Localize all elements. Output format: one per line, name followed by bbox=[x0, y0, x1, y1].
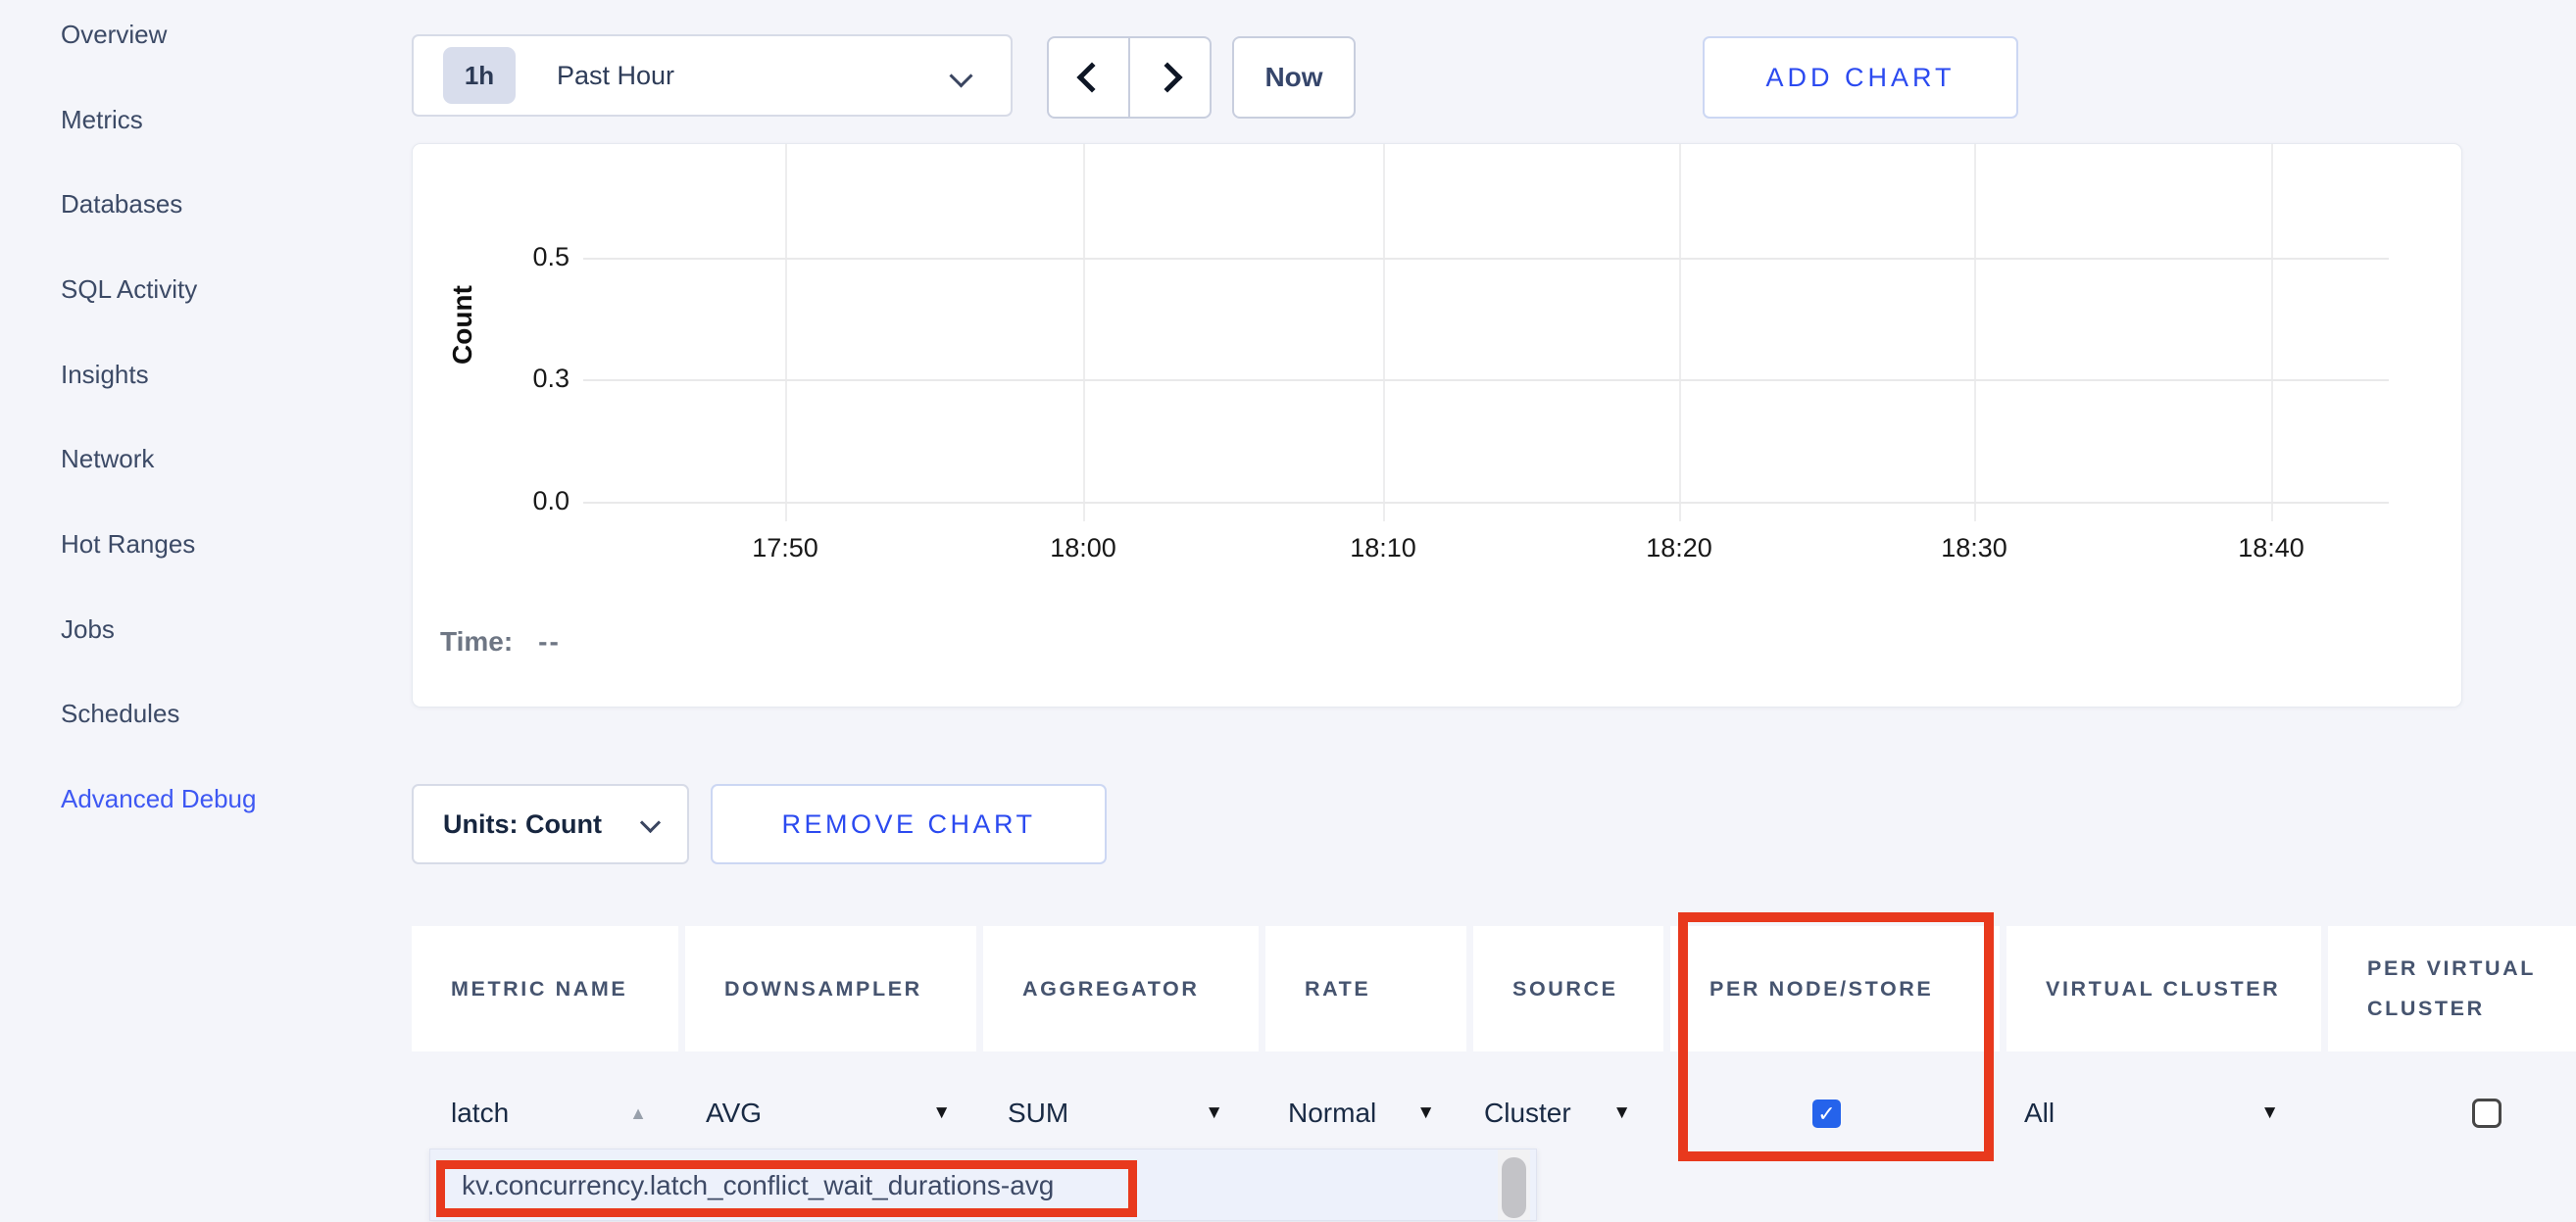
scrollbar-thumb[interactable] bbox=[1502, 1157, 1526, 1218]
next-interval-button[interactable] bbox=[1128, 36, 1212, 119]
sidebar-item-hot-ranges[interactable]: Hot Ranges bbox=[61, 502, 316, 587]
sidebar-nav: Overview Metrics Databases SQL Activity … bbox=[61, 0, 316, 842]
x-axis-tick: 18:20 bbox=[1610, 533, 1748, 563]
per-virtual-cluster-checkbox[interactable] bbox=[2472, 1099, 2502, 1128]
sidebar-item-sql-activity[interactable]: SQL Activity bbox=[61, 247, 316, 332]
chevron-left-icon bbox=[1076, 62, 1107, 92]
source-value: Cluster bbox=[1484, 1098, 1571, 1129]
caret-up-icon: ▲ bbox=[629, 1103, 647, 1124]
caret-down-icon: ▼ bbox=[2260, 1102, 2279, 1124]
add-chart-button[interactable]: ADD CHART bbox=[1703, 36, 2018, 119]
chart-plot-area[interactable] bbox=[583, 144, 2389, 502]
downsampler-value: AVG bbox=[706, 1098, 762, 1129]
hover-time-readout: Time: -- bbox=[440, 626, 561, 658]
col-header-source: SOURCE bbox=[1473, 926, 1663, 1051]
metric-autocomplete-dropdown: kv.concurrency.latch_conflict_wait_durat… bbox=[429, 1149, 1537, 1221]
units-select[interactable]: Units: Count bbox=[412, 784, 689, 864]
sidebar-item-advanced-debug[interactable]: Advanced Debug bbox=[61, 757, 316, 842]
x-axis-tick: 17:50 bbox=[717, 533, 854, 563]
hover-time-value: -- bbox=[538, 626, 561, 657]
rate-select[interactable]: Normal ▼ bbox=[1288, 1086, 1435, 1141]
previous-interval-button[interactable] bbox=[1047, 36, 1130, 119]
time-range-selector[interactable]: 1h Past Hour bbox=[412, 34, 1013, 117]
sidebar-item-schedules[interactable]: Schedules bbox=[61, 672, 316, 758]
chevron-down-icon bbox=[640, 812, 661, 833]
col-header-virtual-cluster: VIRTUAL CLUSTER bbox=[2006, 926, 2321, 1051]
y-axis-tick: 0.5 bbox=[501, 242, 570, 272]
y-axis-tick: 0.3 bbox=[501, 364, 570, 394]
units-select-value: Units: Count bbox=[443, 809, 602, 840]
remove-chart-button[interactable]: REMOVE CHART bbox=[711, 784, 1107, 864]
rate-value: Normal bbox=[1288, 1098, 1376, 1129]
col-header-downsampler: DOWNSAMPLER bbox=[685, 926, 976, 1051]
time-step-buttons bbox=[1047, 36, 1212, 119]
time-range-label: Past Hour bbox=[557, 61, 674, 91]
caret-down-icon: ▼ bbox=[1205, 1102, 1223, 1124]
caret-down-icon: ▼ bbox=[1416, 1102, 1435, 1124]
source-select[interactable]: Cluster ▼ bbox=[1484, 1086, 1631, 1141]
chart-card: Count 0.5 0.3 0.0 17:50 18:00 18:10 18:2… bbox=[412, 143, 2462, 708]
per-node-store-checkbox[interactable] bbox=[1812, 1100, 1841, 1128]
y-axis-tick: 0.0 bbox=[501, 486, 570, 516]
downsampler-select[interactable]: AVG ▼ bbox=[706, 1086, 951, 1141]
scrollbar-track[interactable] bbox=[1498, 1149, 1530, 1220]
x-axis-tick: 18:40 bbox=[2203, 533, 2340, 563]
chevron-down-icon bbox=[949, 64, 972, 87]
gridline bbox=[583, 502, 2389, 504]
hover-time-label: Time: bbox=[440, 626, 513, 657]
sidebar-item-overview[interactable]: Overview bbox=[61, 0, 316, 77]
x-axis-tick: 18:00 bbox=[1015, 533, 1152, 563]
y-axis-label: Count bbox=[446, 252, 479, 399]
col-header-per-virtual-cluster: PER VIRTUAL CLUSTER bbox=[2328, 926, 2576, 1051]
virtual-cluster-select[interactable]: All ▼ bbox=[2024, 1086, 2279, 1141]
sidebar-item-insights[interactable]: Insights bbox=[61, 332, 316, 417]
sidebar-item-metrics[interactable]: Metrics bbox=[61, 77, 316, 163]
caret-down-icon: ▼ bbox=[1612, 1102, 1631, 1124]
aggregator-value: SUM bbox=[1008, 1098, 1068, 1129]
aggregator-select[interactable]: SUM ▼ bbox=[1008, 1086, 1223, 1141]
x-axis-tick: 18:10 bbox=[1314, 533, 1452, 563]
virtual-cluster-value: All bbox=[2024, 1098, 2055, 1129]
autocomplete-item[interactable]: kv.concurrency.latch_conflict_wait_durat… bbox=[462, 1149, 1054, 1222]
x-axis-tick: 18:30 bbox=[1906, 533, 2043, 563]
col-header-rate: RATE bbox=[1265, 926, 1466, 1051]
caret-down-icon: ▼ bbox=[932, 1102, 951, 1124]
chevron-right-icon bbox=[1152, 62, 1182, 92]
sidebar-item-network[interactable]: Network bbox=[61, 416, 316, 502]
sidebar-item-jobs[interactable]: Jobs bbox=[61, 587, 316, 672]
col-header-per-node-store: PER NODE/STORE bbox=[1670, 926, 2000, 1051]
metric-name-value: latch bbox=[451, 1098, 509, 1129]
now-button[interactable]: Now bbox=[1232, 36, 1356, 119]
col-header-aggregator: AGGREGATOR bbox=[983, 926, 1259, 1051]
time-range-badge: 1h bbox=[443, 47, 516, 104]
metric-name-combobox[interactable]: latch ▲ bbox=[451, 1086, 647, 1141]
col-header-metric-name: METRIC NAME bbox=[412, 926, 678, 1051]
sidebar-item-databases[interactable]: Databases bbox=[61, 162, 316, 247]
